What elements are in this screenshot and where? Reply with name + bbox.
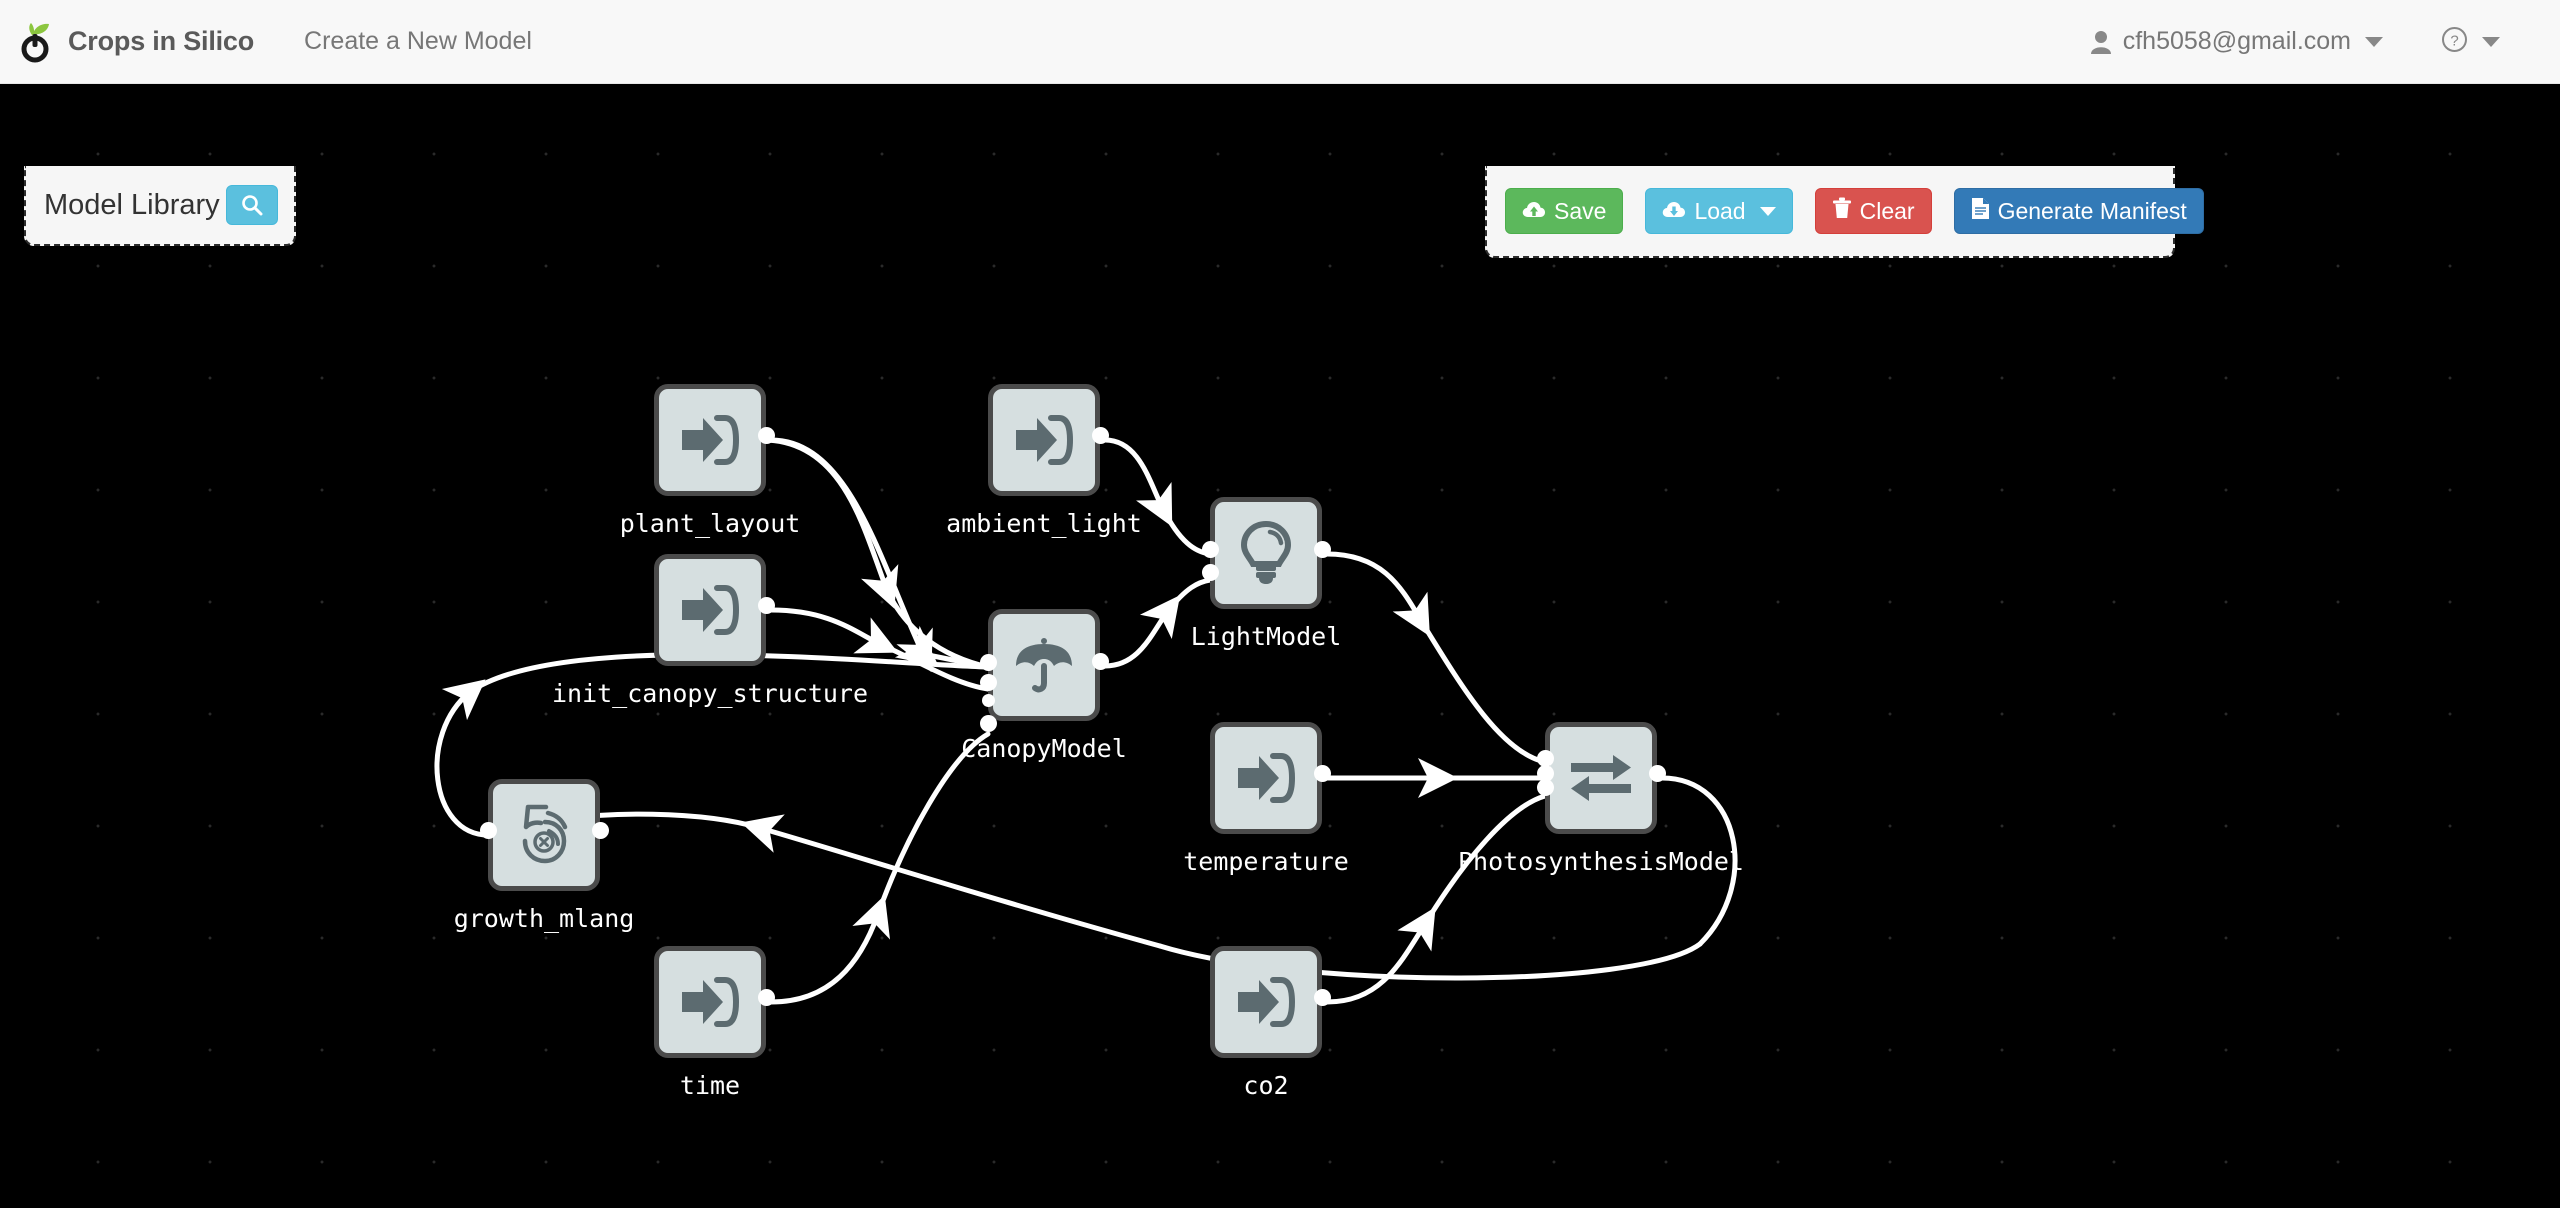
node-port-out-0[interactable] xyxy=(1313,988,1331,1006)
node-port-out-0[interactable] xyxy=(757,426,775,444)
node-port-in-2[interactable] xyxy=(1536,778,1554,796)
clear-button-label: Clear xyxy=(1859,197,1915,224)
graph-node-label: growth_mlang xyxy=(453,904,635,933)
cloud-upload-icon xyxy=(1522,198,1546,225)
graph-node-co2[interactable]: co2 xyxy=(1210,946,1331,1100)
node-port-in-2[interactable] xyxy=(981,694,995,708)
nav-link-create-new-model[interactable]: Create a New Model xyxy=(304,27,532,56)
chevron-down-icon xyxy=(2482,36,2500,47)
node-port-in-3[interactable] xyxy=(979,714,997,732)
graph-node-label: LightModel xyxy=(1190,622,1342,651)
chevron-down-icon xyxy=(1759,206,1776,216)
lightbulb-icon xyxy=(1239,521,1293,585)
search-icon[interactable] xyxy=(226,185,278,225)
graph-node-label: co2 xyxy=(1243,1071,1289,1100)
node-port-in-1[interactable] xyxy=(1201,563,1219,581)
graph-node-LightModel[interactable]: LightModel xyxy=(1191,497,1341,651)
clear-button[interactable]: Clear xyxy=(1814,188,1932,234)
model-library-panel[interactable]: Model Library xyxy=(24,166,296,246)
model-library-title: Model Library xyxy=(44,188,220,221)
save-button[interactable]: Save xyxy=(1505,188,1624,234)
load-button[interactable]: Load xyxy=(1645,188,1793,234)
graph-node-label: CanopyModel xyxy=(961,734,1127,763)
user-email-label: cfh5058@gmail.com xyxy=(2122,27,2351,55)
graph-node-label: temperature xyxy=(1183,847,1349,876)
graph-node-plant_layout[interactable]: plant_layout xyxy=(620,384,800,538)
canvas-toolbar-panel: Save Load Clear Generate Manifest xyxy=(1485,166,2204,258)
sprout-power-icon xyxy=(16,20,60,64)
help-menu[interactable]: ? xyxy=(2441,26,2500,58)
graph-node-label: PhotosynthesisModel xyxy=(1458,847,1744,876)
graph-node-time[interactable]: time xyxy=(654,946,775,1100)
brand-name: Crops in Silico xyxy=(68,26,255,56)
graph-node-temperature[interactable]: temperature xyxy=(1183,722,1349,876)
svg-text:?: ? xyxy=(2450,32,2458,49)
input-arrow-icon xyxy=(679,974,741,1030)
node-port-out-2[interactable] xyxy=(1313,540,1331,558)
brand[interactable]: Crops in Silico xyxy=(0,20,254,64)
cloud-download-icon xyxy=(1662,198,1686,225)
node-port-out-0[interactable] xyxy=(757,988,775,1006)
five-spiral-icon xyxy=(513,804,575,866)
top-navbar: Crops in Silico Create a New Model cfh50… xyxy=(0,0,2560,84)
graph-node-CanopyModel[interactable]: CanopyModel xyxy=(961,609,1127,763)
generate-manifest-button[interactable]: Generate Manifest xyxy=(1953,188,2204,234)
exchange-arrows-icon xyxy=(1569,752,1633,804)
input-arrow-icon xyxy=(1235,974,1297,1030)
question-circle-icon: ? xyxy=(2441,26,2468,58)
trash-icon xyxy=(1832,197,1852,225)
node-port-in-1[interactable] xyxy=(979,673,997,691)
graph-node-init_canopy_structure[interactable]: init_canopy_structure xyxy=(552,554,868,708)
file-text-icon xyxy=(1971,197,1990,226)
graph-node-label: plant_layout xyxy=(619,509,801,538)
node-port-out-0[interactable] xyxy=(757,596,775,614)
chevron-down-icon xyxy=(2365,36,2383,47)
load-button-label: Load xyxy=(1694,197,1746,224)
node-port-out-4[interactable] xyxy=(1091,652,1109,670)
graph-node-label: init_canopy_structure xyxy=(551,679,869,708)
node-port-out-3[interactable] xyxy=(1648,764,1666,782)
generate-manifest-button-label: Generate Manifest xyxy=(1997,197,2187,224)
node-port-out-0[interactable] xyxy=(1091,426,1109,444)
node-port-in-0[interactable] xyxy=(479,821,497,839)
app-root: Crops in Silico Create a New Model cfh50… xyxy=(0,0,2560,1208)
input-arrow-icon xyxy=(679,582,741,638)
user-menu[interactable]: cfh5058@gmail.com xyxy=(2090,27,2383,56)
graph-node-label: time xyxy=(679,1071,741,1100)
input-arrow-icon xyxy=(679,412,741,468)
navbar-right: cfh5058@gmail.com ? xyxy=(2090,26,2560,58)
node-port-out-0[interactable] xyxy=(1313,764,1331,782)
graph-node-growth_mlang[interactable]: growth_mlang xyxy=(454,779,634,933)
graph-node-PhotosynthesisModel[interactable]: PhotosynthesisModel xyxy=(1458,722,1744,876)
graph-canvas[interactable]: plant_layout init_canopy_structure ambie… xyxy=(0,84,2560,1208)
node-port-in-0[interactable] xyxy=(1201,540,1219,558)
node-port-in-0[interactable] xyxy=(979,653,997,671)
umbrella-icon xyxy=(1013,634,1075,696)
input-arrow-icon xyxy=(1013,412,1075,468)
graph-node-label: ambient_light xyxy=(946,509,1142,538)
input-arrow-icon xyxy=(1235,750,1297,806)
node-port-out-1[interactable] xyxy=(591,821,609,839)
graph-node-ambient_light[interactable]: ambient_light xyxy=(946,384,1142,538)
edge-plant_layout-CanopyModel xyxy=(768,437,991,670)
save-button-label: Save xyxy=(1554,197,1607,224)
user-icon xyxy=(2090,30,2112,54)
